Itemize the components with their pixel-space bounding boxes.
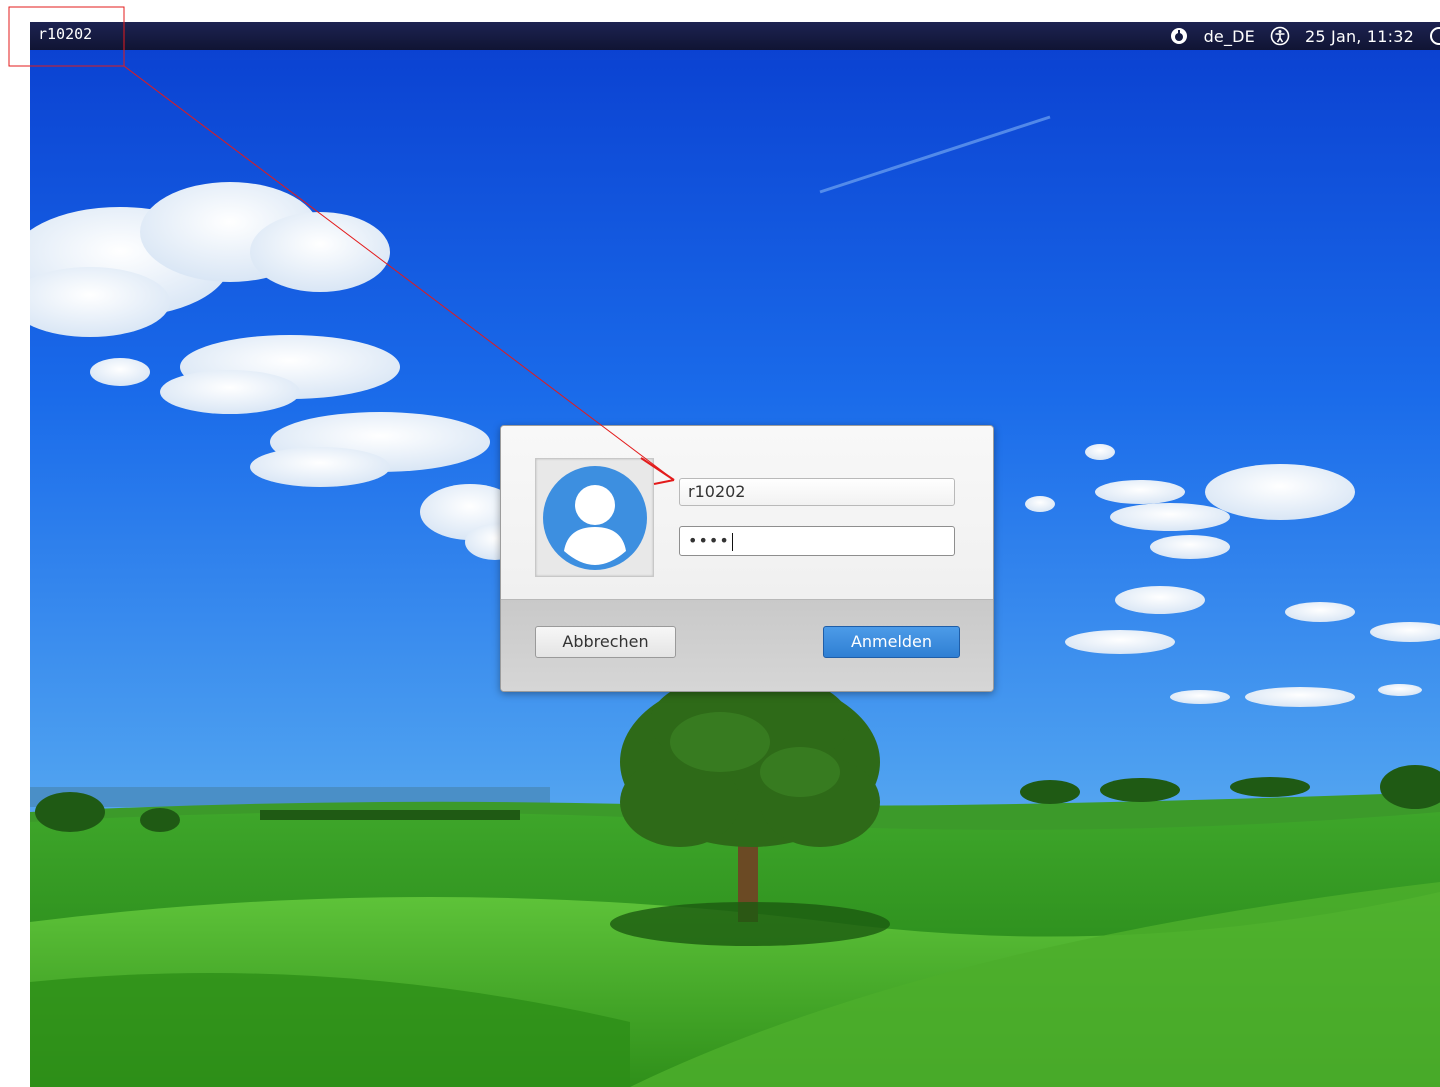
login-button[interactable]: Anmelden	[823, 626, 960, 658]
login-dialog: r10202 •••• Abbrechen Anmelden	[500, 425, 994, 692]
username-field[interactable]: r10202	[679, 478, 955, 506]
hostname-label: r10202	[38, 25, 93, 43]
accessibility-icon[interactable]	[1269, 25, 1291, 47]
clock[interactable]: 25 Jan, 11:32	[1305, 27, 1414, 46]
power-status-icon[interactable]	[1168, 25, 1190, 47]
top-panel: r10202 de_DE 25 Jan, 11:32	[30, 22, 1440, 50]
password-mask: ••••	[688, 531, 730, 550]
power-icon[interactable]	[1428, 25, 1440, 47]
cancel-button[interactable]: Abbrechen	[535, 626, 676, 658]
avatar	[535, 458, 654, 577]
top-panel-indicators: de_DE 25 Jan, 11:32	[1162, 22, 1440, 50]
login-screen: r10202 de_DE 25 Jan, 11:32 r10202 •••• A…	[30, 22, 1440, 1087]
login-dialog-body: r10202 ••••	[501, 426, 993, 600]
user-avatar-icon	[543, 466, 647, 570]
password-field[interactable]: ••••	[679, 526, 955, 556]
keyboard-layout-indicator[interactable]: de_DE	[1204, 27, 1255, 46]
text-cursor	[731, 532, 733, 551]
